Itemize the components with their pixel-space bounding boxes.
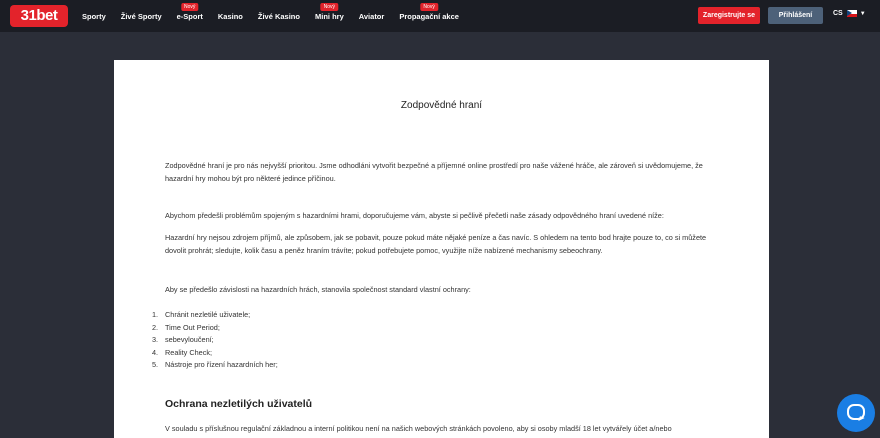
nav-item-mini-games[interactable]: Mini hry Nový: [315, 2, 344, 21]
register-button[interactable]: Zaregistrujte se: [698, 7, 760, 24]
new-badge: Nový: [320, 2, 339, 11]
section-paragraph: V souladu s příslušnou regulační základn…: [165, 424, 672, 433]
login-button[interactable]: Přihlášení: [768, 7, 823, 24]
gambling-paragraph: Hazardní hry nejsou zdrojem příjmů, ale …: [165, 233, 707, 255]
nav-item-promotions[interactable]: Propagační akce Nový: [399, 2, 459, 21]
czech-flag-icon: [846, 10, 857, 17]
main-nav: Sporty Živé Sporty e-Sport Nový Kasino Ži…: [82, 0, 474, 32]
nav-item-live-casino[interactable]: Živé Kasino: [258, 12, 300, 21]
nav-item-aviator[interactable]: Aviator: [359, 12, 385, 21]
list-item: 4. Reality Check;: [152, 347, 213, 357]
page-title: Zodpovědné hraní: [400, 100, 483, 111]
new-badge: Nový: [181, 2, 199, 11]
nav-item-casino[interactable]: Kasino: [218, 12, 243, 21]
new-badge: Nový: [420, 2, 438, 11]
list-item: 2. Time Out Period;: [152, 322, 220, 332]
document-page: Zodpovědné hraní Zodpovědné hraní je pro…: [114, 60, 769, 438]
nav-item-live-sports[interactable]: Živé Sporty: [121, 12, 162, 21]
intro-paragraph: Zodpovědné hraní je pro nás nejvyšší pri…: [165, 161, 703, 183]
chevron-down-icon: ▼: [859, 10, 866, 17]
section-heading: Ochrana nezletilých uživatelů: [165, 398, 313, 410]
protection-list: 1. Chránit nezletilé uživatele; 2. Time Ou…: [152, 309, 278, 372]
list-item: 5. Nástroje pro řízení hazardních her;: [152, 360, 278, 370]
language-selector[interactable]: CS ▼: [833, 10, 866, 17]
site-logo[interactable]: 31bet: [10, 5, 68, 27]
protection-paragraph: Aby se předešlo závislosti na hazardních…: [165, 285, 471, 294]
list-item: 3. sebevyloučení;: [152, 335, 214, 345]
advice-paragraph: Abychom předešli problémům spojeným s ha…: [165, 211, 664, 220]
chat-button[interactable]: [837, 394, 875, 432]
top-navigation-bar: 31bet Sporty Živé Sporty e-Sport Nový Kas…: [0, 0, 880, 32]
list-item: 1. Chránit nezletilé uživatele;: [152, 310, 251, 319]
nav-item-esport[interactable]: e-Sport Nový: [177, 2, 203, 21]
nav-item-sporty[interactable]: Sporty: [82, 12, 106, 21]
language-code: CS: [833, 10, 843, 17]
